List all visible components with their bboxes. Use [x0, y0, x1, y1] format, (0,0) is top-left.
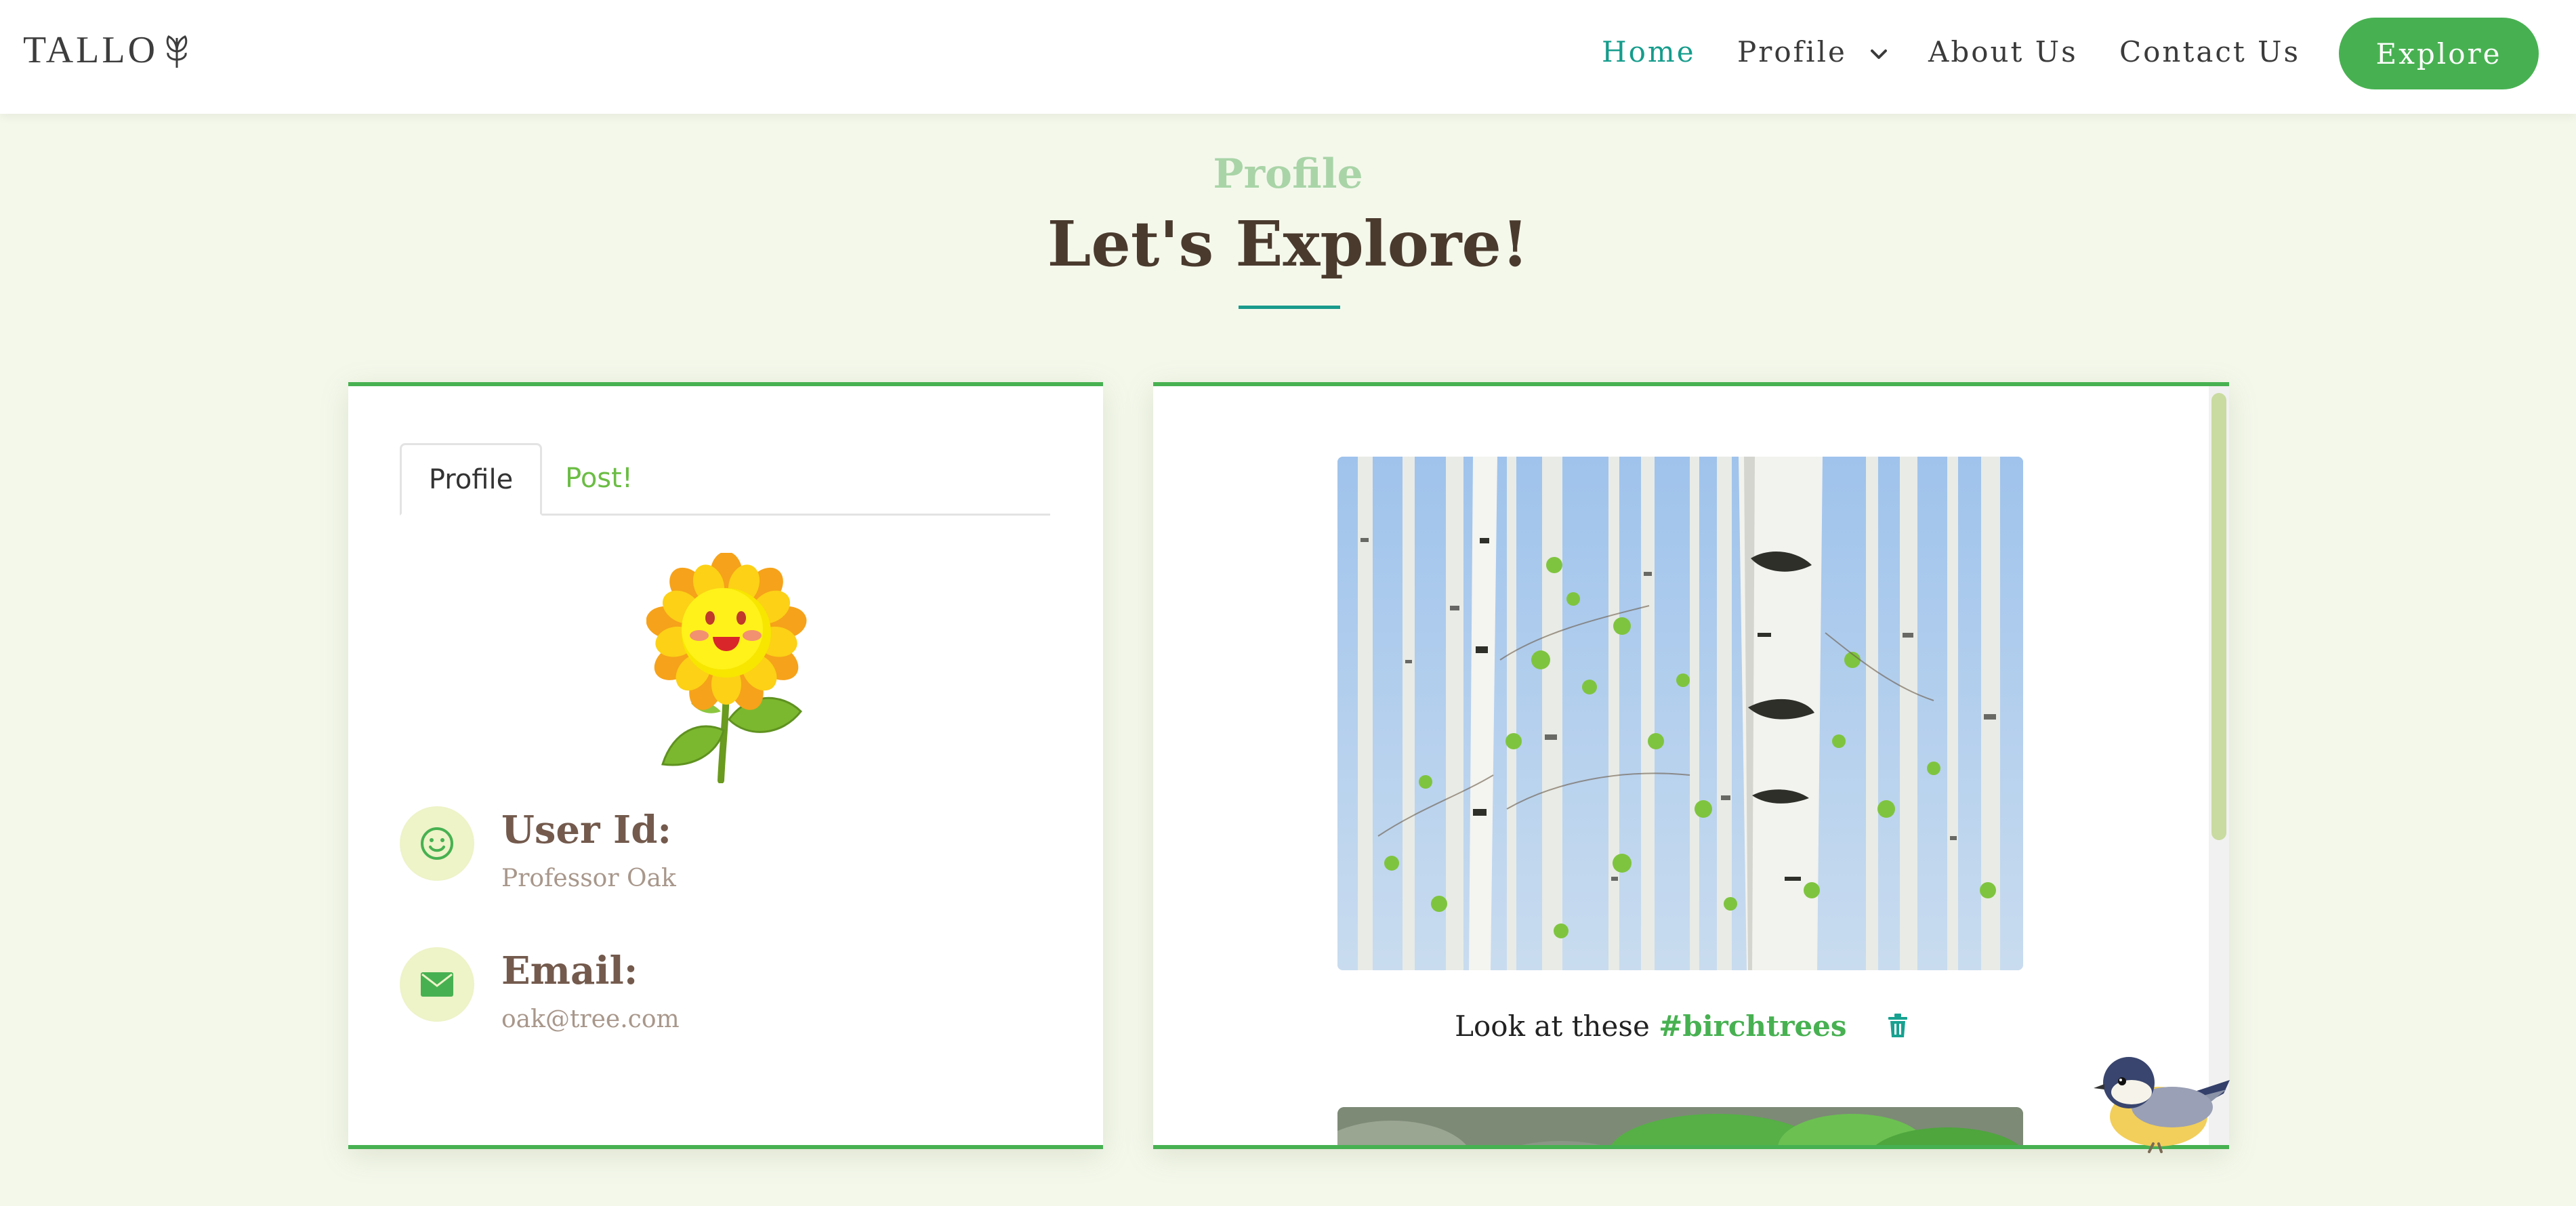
user-id-label: User Id:: [501, 808, 672, 852]
tab-post[interactable]: Post!: [545, 443, 653, 514]
chevron-down-icon: [1871, 49, 1888, 59]
envelope-icon: [400, 947, 474, 1022]
brand-logo[interactable]: TALLO: [23, 29, 190, 71]
nav-contact-us-label: Contact Us: [2119, 35, 2301, 68]
nav-profile-dropdown[interactable]: Profile: [1737, 35, 1888, 68]
tab-profile[interactable]: Profile: [400, 443, 542, 516]
user-id-value: Professor Oak: [501, 865, 676, 892]
birch-trees-photo: [1337, 457, 2023, 970]
post-feed-card: Look at these #birchtrees: [1153, 382, 2229, 1149]
logo-text: TALLO: [23, 29, 159, 71]
scrollbar-thumb[interactable]: [2211, 393, 2226, 840]
sunflower-avatar: [646, 553, 807, 783]
hashtag-link[interactable]: #birchtrees: [1659, 1010, 1846, 1043]
feed-scrollbar[interactable]: [2209, 386, 2229, 1145]
email-label: Email:: [501, 949, 638, 993]
section-subtitle: Profile: [1213, 150, 1363, 198]
nav-about-us-label: About Us: [1928, 35, 2078, 68]
smiley-icon: [400, 806, 474, 881]
explore-button[interactable]: Explore: [2339, 18, 2539, 89]
bird-mascot: [2094, 1057, 2230, 1153]
green-leaves-photo: [1337, 1107, 2023, 1145]
nav-profile-label: Profile: [1737, 35, 1847, 68]
nav-about-us[interactable]: About Us: [1928, 35, 2078, 68]
profile-card: Profile Post! User Id: Professor Oak Ema…: [348, 382, 1103, 1149]
trash-icon[interactable]: [1887, 1013, 1909, 1039]
post-caption: Look at these #birchtrees: [1153, 1010, 2210, 1043]
leaf-icon: [166, 35, 188, 68]
navbar: TALLO Home Profile About Us Contact Us E…: [0, 0, 2576, 114]
caption-text: Look at these: [1455, 1010, 1650, 1043]
email-value: oak@tree.com: [501, 1005, 680, 1033]
nav-home[interactable]: Home: [1602, 35, 1696, 68]
profile-tabs: Profile Post!: [400, 443, 1050, 516]
nav-contact-us[interactable]: Contact Us: [2119, 35, 2300, 68]
title-underline: [1239, 306, 1340, 309]
nav-home-label: Home: [1602, 35, 1696, 68]
section-title: Let's Explore!: [1047, 207, 1529, 280]
